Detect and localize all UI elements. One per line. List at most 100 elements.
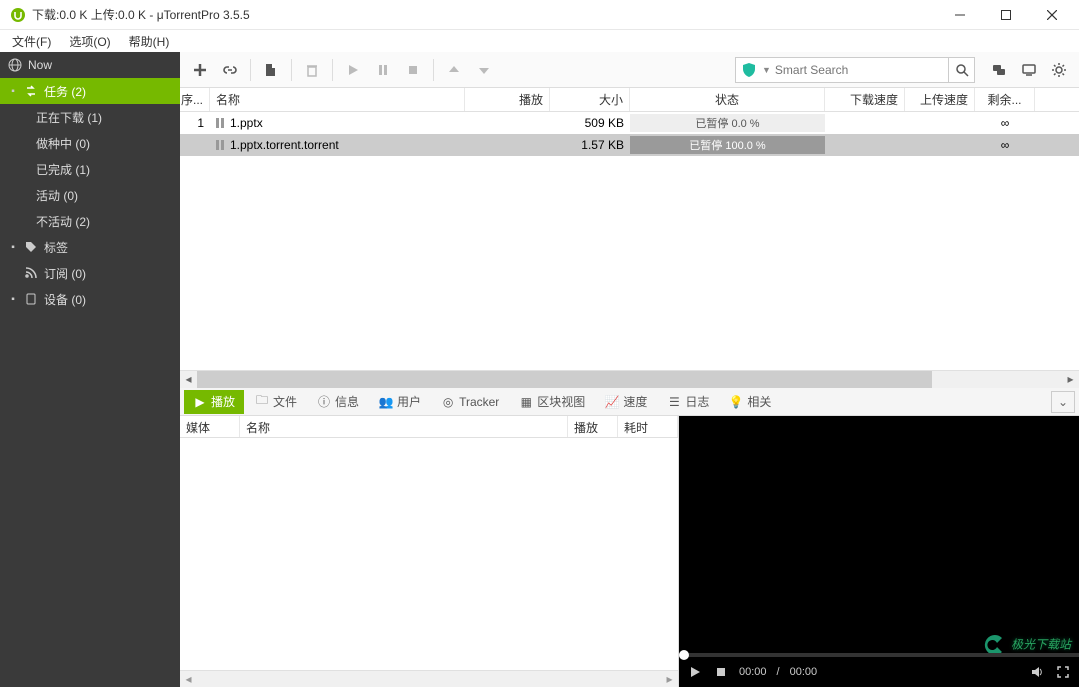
dcol-time[interactable]: 耗时 xyxy=(618,416,678,437)
cell-eta: ∞ xyxy=(975,114,1035,132)
maximize-button[interactable] xyxy=(983,0,1029,30)
list-icon: ☰ xyxy=(667,395,681,409)
col-play[interactable]: 播放 xyxy=(465,88,550,111)
sidebar-devices[interactable]: ▪ 设备 (0) xyxy=(0,286,180,312)
bulb-icon: 💡 xyxy=(729,395,743,409)
video-area[interactable] xyxy=(679,416,1079,653)
col-seq[interactable]: 序... xyxy=(180,88,210,111)
sidebar-labels[interactable]: ▪ 标签 xyxy=(0,234,180,260)
collapse-icon: ▪ xyxy=(8,86,18,97)
grid-icon: ▦ xyxy=(519,395,533,409)
cell-play xyxy=(465,121,550,125)
info-icon: ⓘ xyxy=(317,395,331,409)
add-url-button[interactable] xyxy=(216,56,244,84)
collapse-panel-button[interactable]: ⌄ xyxy=(1051,391,1075,413)
tab-info[interactable]: ⓘ信息 xyxy=(308,390,368,414)
sidebar-completed[interactable]: 已完成 (1) xyxy=(0,156,180,182)
search-button[interactable] xyxy=(948,58,974,82)
menu-file[interactable]: 文件(F) xyxy=(6,31,57,52)
torrent-row[interactable]: 1.pptx.torrent.torrent1.57 KB已暂停 100.0 %… xyxy=(180,134,1079,156)
menu-help[interactable]: 帮助(H) xyxy=(123,31,176,52)
sidebar-active[interactable]: 活动 (0) xyxy=(0,182,180,208)
torrent-row[interactable]: 11.pptx509 KB已暂停 0.0 %∞ xyxy=(180,112,1079,134)
cell-status: 已暂停 0.0 % xyxy=(630,114,825,132)
cell-seq: 1 xyxy=(180,114,210,132)
dcol-play[interactable]: 播放 xyxy=(568,416,618,437)
tab-speed[interactable]: 📈速度 xyxy=(596,390,656,414)
scroll-thumb[interactable] xyxy=(197,371,932,388)
separator xyxy=(250,59,251,81)
chat-icon[interactable] xyxy=(985,56,1013,84)
shield-icon[interactable] xyxy=(740,61,758,79)
col-up[interactable]: 上传速度 xyxy=(905,88,975,111)
stop-button[interactable] xyxy=(713,664,729,680)
menu-options[interactable]: 选项(O) xyxy=(63,31,116,52)
search-box: ▼ xyxy=(735,57,975,83)
add-torrent-button[interactable] xyxy=(186,56,214,84)
search-dropdown-icon[interactable]: ▼ xyxy=(762,65,771,75)
media-list: 媒体 名称 播放 耗时 ◂ ▸ xyxy=(180,416,679,687)
window-controls xyxy=(937,0,1075,30)
cell-name: 1.pptx.torrent.torrent xyxy=(210,136,465,154)
detail-scrollbar[interactable]: ◂ ▸ xyxy=(180,670,678,687)
col-eta[interactable]: 剩余... xyxy=(975,88,1035,111)
separator xyxy=(291,59,292,81)
scroll-left-icon[interactable]: ◂ xyxy=(180,371,197,388)
tab-playback[interactable]: ▶播放 xyxy=(184,390,244,414)
remote-icon[interactable] xyxy=(1015,56,1043,84)
tab-related[interactable]: 💡相关 xyxy=(720,390,780,414)
tab-log[interactable]: ☰日志 xyxy=(658,390,718,414)
tag-icon xyxy=(24,240,38,254)
globe-icon xyxy=(8,58,22,72)
sidebar-seeding[interactable]: 做种中 (0) xyxy=(0,130,180,156)
col-name[interactable]: 名称 xyxy=(210,88,465,111)
time-sep: / xyxy=(777,666,780,678)
stop-button[interactable] xyxy=(399,56,427,84)
cell-status: 已暂停 100.0 % xyxy=(630,136,825,154)
scroll-right-icon[interactable]: ▸ xyxy=(1062,371,1079,388)
horizontal-scrollbar[interactable]: ◂ ▸ xyxy=(180,370,1079,387)
tab-peers[interactable]: 👥用户 xyxy=(370,390,430,414)
move-up-button[interactable] xyxy=(440,56,468,84)
progress-handle[interactable] xyxy=(679,650,689,660)
video-progress[interactable] xyxy=(679,653,1079,657)
users-icon: 👥 xyxy=(379,395,393,409)
toolbar: ▼ xyxy=(180,52,1079,88)
cell-name: 1.pptx xyxy=(210,114,465,132)
create-torrent-button[interactable] xyxy=(257,56,285,84)
separator xyxy=(332,59,333,81)
sidebar-downloading[interactable]: 正在下载 (1) xyxy=(0,104,180,130)
cell-up xyxy=(905,143,975,147)
delete-button[interactable] xyxy=(298,56,326,84)
col-size[interactable]: 大小 xyxy=(550,88,630,111)
sidebar-tasks[interactable]: ▪ 任务 (2) xyxy=(0,78,180,104)
expand-icon: ▪ xyxy=(8,242,18,253)
current-time: 00:00 xyxy=(739,666,767,678)
sidebar-feeds-label: 订阅 (0) xyxy=(44,265,86,282)
volume-icon[interactable] xyxy=(1029,664,1045,680)
col-down[interactable]: 下载速度 xyxy=(825,88,905,111)
play-button[interactable] xyxy=(687,664,703,680)
fullscreen-button[interactable] xyxy=(1055,664,1071,680)
sidebar: Now ▪ 任务 (2) 正在下载 (1) 做种中 (0) 已完成 (1) 活动… xyxy=(0,52,180,687)
torrent-list-header: 序... 名称 播放 大小 状态 下载速度 上传速度 剩余... xyxy=(180,88,1079,112)
minimize-button[interactable] xyxy=(937,0,983,30)
sidebar-feeds[interactable]: ▪ 订阅 (0) xyxy=(0,260,180,286)
expand-icon: ▪ xyxy=(8,294,18,305)
tab-files[interactable]: 🗀文件 xyxy=(246,390,306,414)
menu-bar: 文件(F) 选项(O) 帮助(H) xyxy=(0,30,1079,52)
tab-tracker[interactable]: ◎Tracker xyxy=(432,390,508,414)
sidebar-now[interactable]: Now xyxy=(0,52,180,78)
col-status[interactable]: 状态 xyxy=(630,88,825,111)
sidebar-inactive[interactable]: 不活动 (2) xyxy=(0,208,180,234)
start-button[interactable] xyxy=(339,56,367,84)
settings-icon[interactable] xyxy=(1045,56,1073,84)
dcol-name[interactable]: 名称 xyxy=(240,416,568,437)
video-player: 极光下载站 00:00 / 00:00 xyxy=(679,416,1079,687)
move-down-button[interactable] xyxy=(470,56,498,84)
dcol-media[interactable]: 媒体 xyxy=(180,416,240,437)
pause-button[interactable] xyxy=(369,56,397,84)
close-button[interactable] xyxy=(1029,0,1075,30)
tab-pieces[interactable]: ▦区块视图 xyxy=(510,390,594,414)
search-input[interactable] xyxy=(775,63,948,77)
